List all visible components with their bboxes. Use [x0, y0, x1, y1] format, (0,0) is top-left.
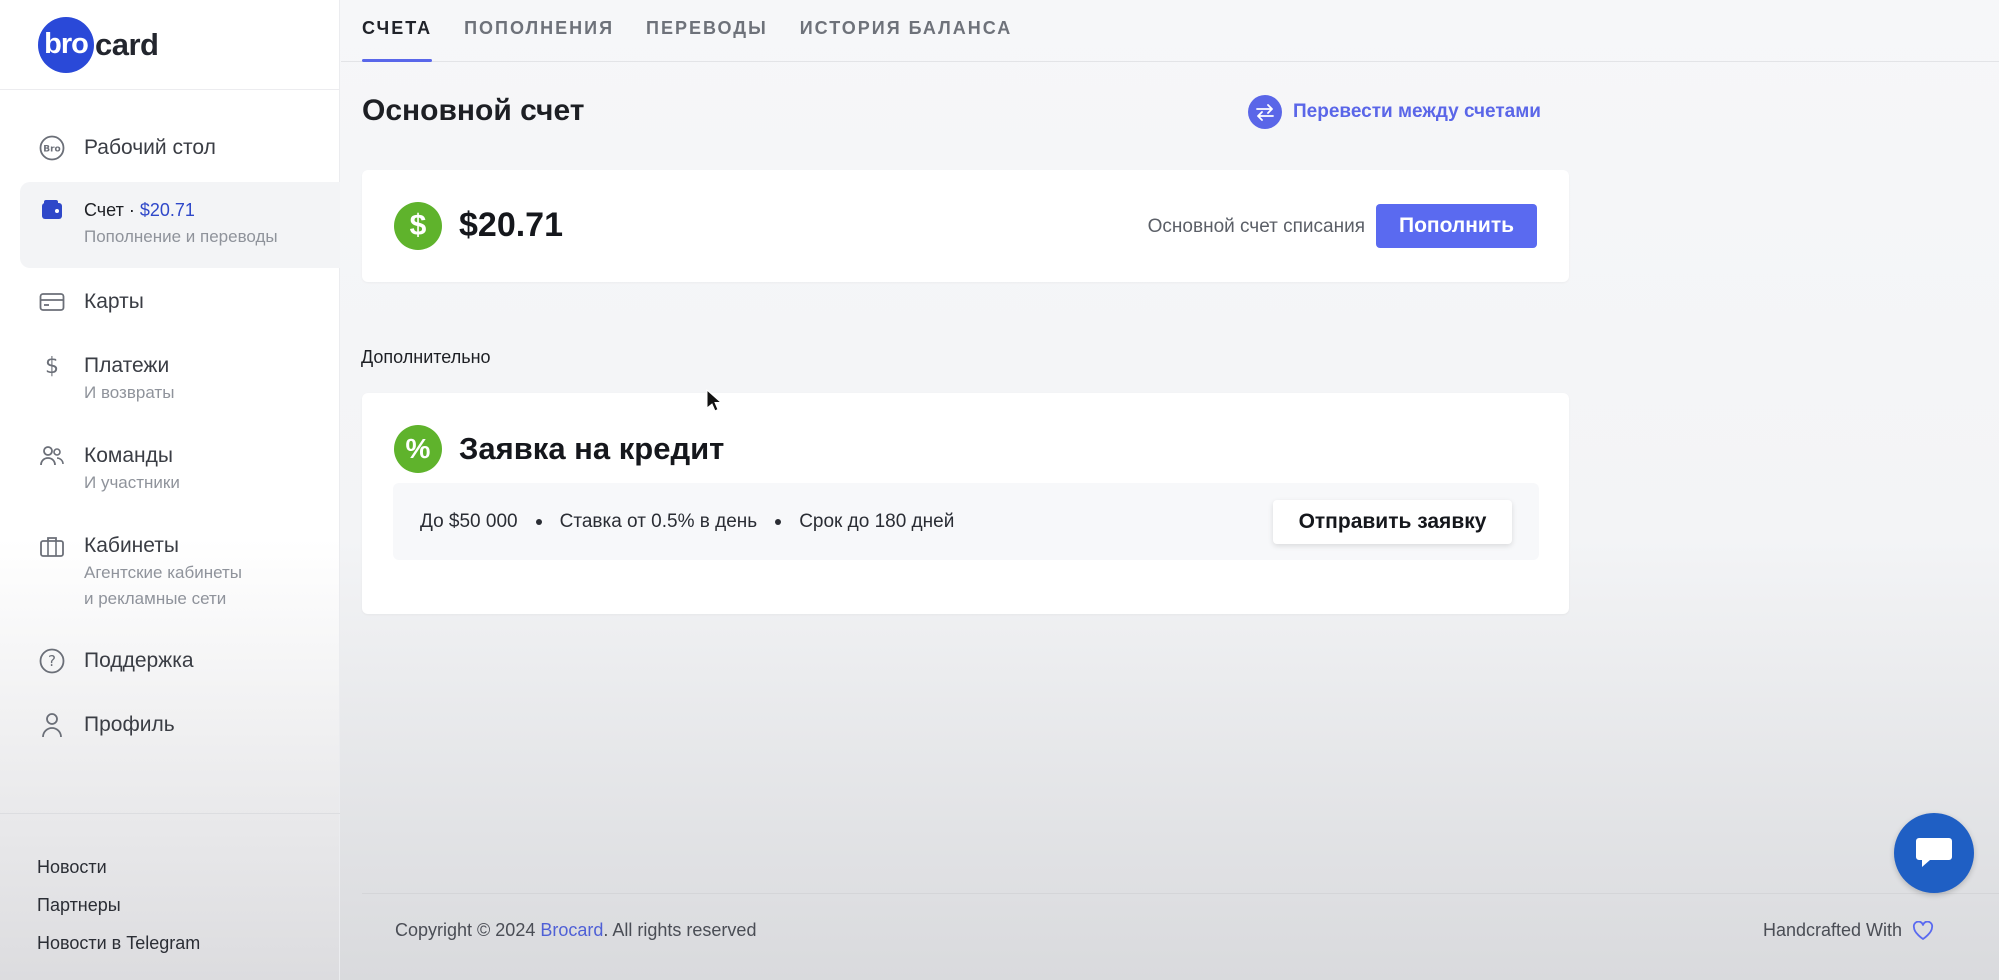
sidebar-item-teams[interactable]: Команды И участники: [20, 442, 340, 496]
users-icon: [38, 442, 66, 470]
submit-application-button[interactable]: Отправить заявку: [1273, 500, 1512, 544]
logo-circle: bro: [38, 16, 94, 73]
sidebar-item-sub: Пополнение и переводы: [84, 227, 278, 246]
sidebar: bro card Bro Рабочий стол Счет · $20.71 …: [0, 0, 340, 980]
brand-link[interactable]: Brocard: [540, 920, 603, 940]
sidebar-item-label: Команды: [84, 444, 173, 467]
sidebar-item-label: Поддержка: [84, 649, 194, 672]
heart-icon: [1912, 920, 1934, 941]
transfer-arrows-icon: [1248, 95, 1282, 129]
bullet-dot: [535, 519, 542, 525]
sidebar-footer: Новости Партнеры Новости в Telegram: [0, 813, 340, 962]
balance-description: Основной счет списания: [1147, 216, 1365, 237]
credit-terms: До $50 000 Ставка от 0.5% в день Срок до…: [420, 511, 954, 533]
tab-transfers[interactable]: ПЕРЕВОДЫ: [646, 0, 768, 62]
svg-text:Bro: Bro: [43, 145, 60, 155]
sidebar-item-label: Профиль: [84, 713, 175, 736]
sidebar-item-sub: И участники: [84, 473, 180, 492]
sidebar-item-label: Счет · $20.71: [84, 196, 278, 224]
credit-card-section: % Заявка на кредит До $50 000 Ставка от …: [362, 393, 1569, 614]
sidebar-item-sub: и рекламные сети: [84, 589, 227, 608]
footer-link-news[interactable]: Новости: [37, 848, 340, 886]
logo-text: card: [95, 26, 159, 62]
page-title: Основной счет: [362, 94, 585, 127]
dollar-coin-icon: $: [394, 202, 442, 250]
top-tabs: СЧЕТА ПОПОЛНЕНИЯ ПЕРЕВОДЫ ИСТОРИЯ БАЛАНС…: [341, 0, 1999, 62]
briefcase-icon: [38, 532, 66, 560]
sidebar-item-cards[interactable]: Карты: [20, 288, 340, 316]
tab-balance-history[interactable]: ИСТОРИЯ БАЛАНСА: [800, 0, 1013, 62]
copyright-suffix: . All rights reserved: [603, 920, 757, 940]
footer-link-partners[interactable]: Партнеры: [37, 886, 340, 924]
tab-accounts[interactable]: СЧЕТА: [362, 0, 433, 62]
sidebar-item-label: Платежи: [84, 354, 170, 377]
credit-title: Заявка на кредит: [459, 431, 725, 466]
chat-widget-button[interactable]: [1894, 813, 1974, 893]
copyright-prefix: Copyright © 2024: [395, 920, 541, 940]
sidebar-item-profile[interactable]: Профиль: [20, 711, 340, 739]
help-circle-icon: ?: [38, 647, 66, 675]
transfer-between-accounts-link[interactable]: Перевести между счетами: [1248, 95, 1541, 129]
sidebar-item-sub: И возвраты: [84, 383, 175, 402]
chat-icon: [1914, 833, 1954, 874]
logo[interactable]: bro card: [0, 0, 339, 90]
account-label: Счет ·: [84, 200, 140, 220]
mouse-cursor-icon: [706, 388, 723, 418]
topup-button[interactable]: Пополнить: [1376, 204, 1537, 248]
user-icon: [38, 711, 66, 739]
sidebar-item-label: Карты: [84, 290, 144, 313]
bullet-dot: [775, 519, 782, 525]
sidebar-item-sub: Агентские кабинеты: [84, 563, 242, 582]
sidebar-item-label: Рабочий стол: [84, 136, 216, 159]
handcrafted-text: Handcrafted With: [1763, 920, 1934, 941]
handcrafted-label: Handcrafted With: [1763, 920, 1903, 940]
main-account-card: $ $20.71 Основной счет списания Пополнит…: [362, 170, 1569, 282]
sidebar-item-label: Кабинеты: [84, 534, 179, 557]
sidebar-item-payments[interactable]: $ Платежи И возвраты: [20, 352, 340, 406]
wallet-icon: [38, 196, 66, 224]
copyright-text: Copyright © 2024 Brocard. All rights res…: [395, 920, 756, 941]
bro-badge-icon: Bro: [38, 134, 66, 162]
percent-icon: %: [394, 425, 442, 473]
tab-topups[interactable]: ПОПОЛНЕНИЯ: [464, 0, 614, 62]
dollar-icon: $: [38, 352, 66, 380]
credit-term-duration: Срок до 180 дней: [799, 511, 955, 532]
svg-text:?: ?: [48, 652, 56, 670]
svg-text:$: $: [45, 354, 59, 379]
account-amount: $20.71: [139, 200, 195, 220]
main-footer: Copyright © 2024 Brocard. All rights res…: [362, 893, 1999, 940]
balance-amount: $20.71: [459, 206, 563, 244]
footer-link-telegram-news[interactable]: Новости в Telegram: [37, 924, 340, 962]
credit-term-limit: До $50 000: [420, 511, 518, 532]
credit-term-rate: Ставка от 0.5% в день: [559, 511, 758, 532]
section-label-additional: Дополнительно: [361, 347, 491, 367]
sidebar-item-dashboard[interactable]: Bro Рабочий стол: [20, 134, 340, 162]
transfer-link-label: Перевести между счетами: [1293, 101, 1541, 122]
credit-card-icon: [38, 288, 66, 316]
sidebar-item-cabinets[interactable]: Кабинеты Агентские кабинеты и рекламные …: [20, 532, 340, 612]
sidebar-item-support[interactable]: ? Поддержка: [20, 647, 340, 675]
sidebar-item-account[interactable]: Счет · $20.71 Пополнение и переводы: [20, 182, 340, 268]
credit-terms-panel: До $50 000 Ставка от 0.5% в день Срок до…: [393, 483, 1539, 560]
